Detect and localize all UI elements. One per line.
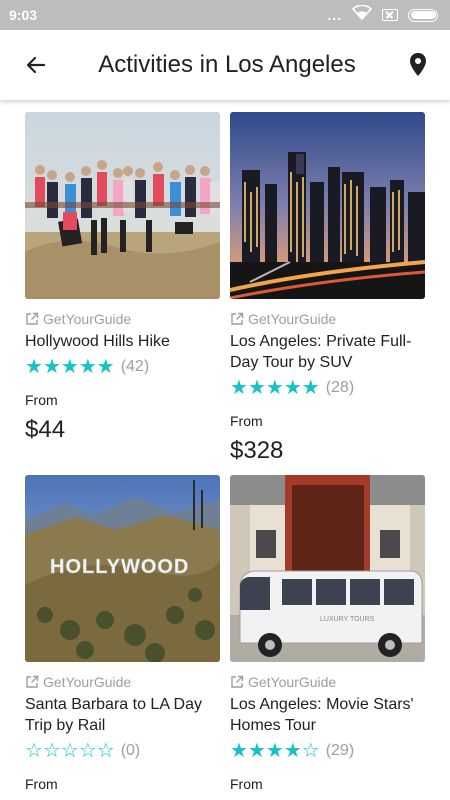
back-button[interactable] bbox=[18, 47, 54, 83]
activity-title: Hollywood Hills Hike bbox=[25, 333, 170, 350]
price: $44 bbox=[25, 416, 66, 443]
app-bar: Activities in Los Angeles bbox=[0, 30, 450, 100]
star-filled-icon: ★ bbox=[230, 376, 248, 399]
map-pin-icon bbox=[410, 53, 426, 76]
external-link-icon bbox=[231, 675, 244, 688]
star-rating: ★★★★★ (42) bbox=[25, 357, 220, 377]
star-outline-icon: ☆ bbox=[96, 739, 115, 762]
external-link-icon bbox=[26, 675, 39, 688]
activity-title: Santa Barbara to LA Day Trip by Rail bbox=[25, 696, 202, 734]
activity-image-tour-van: LUXURY TOURS bbox=[230, 475, 425, 662]
provider-name: GetYourGuide bbox=[43, 674, 132, 690]
star-filled-icon: ★ bbox=[60, 355, 79, 378]
no-sim-icon bbox=[382, 9, 398, 21]
activity-title: Los Angeles: Private Full-Day Tour by SU… bbox=[230, 333, 412, 371]
star-rating: ★★★★☆ (29) bbox=[230, 741, 425, 761]
from-label: From bbox=[230, 776, 263, 792]
hollywood-sign-text: HOLLYWOOD bbox=[50, 556, 189, 578]
activity-card[interactable]: GetYourGuide Hollywood Hills Hike ★★★★★ … bbox=[25, 112, 220, 444]
review-count: (42) bbox=[120, 358, 150, 375]
stars: ☆☆☆☆☆ bbox=[25, 741, 115, 762]
wifi-icon bbox=[351, 4, 373, 25]
stars: ★★★★★ bbox=[230, 378, 320, 399]
stars: ★★★★☆ bbox=[230, 741, 320, 762]
activity-card[interactable]: LUXURY TOURS GetYourGuide Los Angeles: M… bbox=[230, 475, 425, 792]
star-rating: ☆☆☆☆☆ (0) bbox=[25, 741, 220, 761]
star-filled-icon: ★ bbox=[301, 376, 320, 399]
status-icons: ... bbox=[327, 4, 438, 25]
star-filled-icon: ★ bbox=[283, 376, 302, 399]
star-outline-icon: ☆ bbox=[78, 739, 97, 762]
provider-label: GetYourGuide bbox=[230, 673, 425, 691]
from-label: From bbox=[25, 392, 58, 408]
star-outline-icon: ☆ bbox=[42, 739, 61, 762]
battery-icon bbox=[408, 8, 438, 22]
star-filled-icon: ★ bbox=[247, 739, 266, 762]
star-filled-icon: ★ bbox=[230, 739, 248, 762]
provider-label: GetYourGuide bbox=[25, 310, 220, 328]
review-count: (0) bbox=[120, 742, 141, 759]
from-label: From bbox=[25, 776, 58, 792]
star-filled-icon: ★ bbox=[265, 376, 284, 399]
star-rating: ★★★★★ (28) bbox=[230, 378, 425, 398]
star-outline-icon: ☆ bbox=[301, 739, 320, 762]
activities-grid: GetYourGuide Hollywood Hills Hike ★★★★★ … bbox=[0, 100, 450, 800]
star-filled-icon: ★ bbox=[78, 355, 97, 378]
external-link-icon bbox=[231, 312, 244, 325]
provider-name: GetYourGuide bbox=[43, 311, 132, 327]
more-dots-icon: ... bbox=[327, 7, 342, 23]
activity-card[interactable]: HOLLYWOOD GetYourGuide Santa Barbara to … bbox=[25, 475, 220, 792]
review-count: (28) bbox=[325, 379, 355, 396]
from-label: From bbox=[230, 413, 263, 429]
van-decal-text: LUXURY TOURS bbox=[320, 616, 375, 623]
status-time: 9:03 bbox=[9, 7, 38, 23]
external-link-icon bbox=[26, 312, 39, 325]
star-filled-icon: ★ bbox=[247, 376, 266, 399]
star-filled-icon: ★ bbox=[283, 739, 302, 762]
provider-name: GetYourGuide bbox=[248, 674, 337, 690]
star-filled-icon: ★ bbox=[25, 355, 43, 378]
activity-image-city bbox=[230, 112, 425, 299]
activity-title: Los Angeles: Movie Stars' Homes Tour bbox=[230, 696, 414, 734]
map-button[interactable] bbox=[400, 47, 436, 83]
stars: ★★★★★ bbox=[25, 357, 115, 378]
price: $328 bbox=[230, 437, 284, 464]
activity-image-hollywood-sign: HOLLYWOOD bbox=[25, 475, 220, 662]
star-filled-icon: ★ bbox=[96, 355, 115, 378]
star-outline-icon: ☆ bbox=[60, 739, 79, 762]
activity-card[interactable]: GetYourGuide Los Angeles: Private Full-D… bbox=[230, 112, 425, 465]
arrow-left-icon bbox=[26, 56, 46, 74]
star-filled-icon: ★ bbox=[42, 355, 61, 378]
activity-image-hike bbox=[25, 112, 220, 299]
provider-name: GetYourGuide bbox=[248, 311, 337, 327]
review-count: (29) bbox=[325, 742, 355, 759]
status-bar: 9:03 ... bbox=[0, 0, 450, 30]
star-outline-icon: ☆ bbox=[25, 739, 43, 762]
page-title: Activities in Los Angeles bbox=[98, 51, 356, 78]
provider-label: GetYourGuide bbox=[230, 310, 425, 328]
provider-label: GetYourGuide bbox=[25, 673, 220, 691]
star-filled-icon: ★ bbox=[265, 739, 284, 762]
